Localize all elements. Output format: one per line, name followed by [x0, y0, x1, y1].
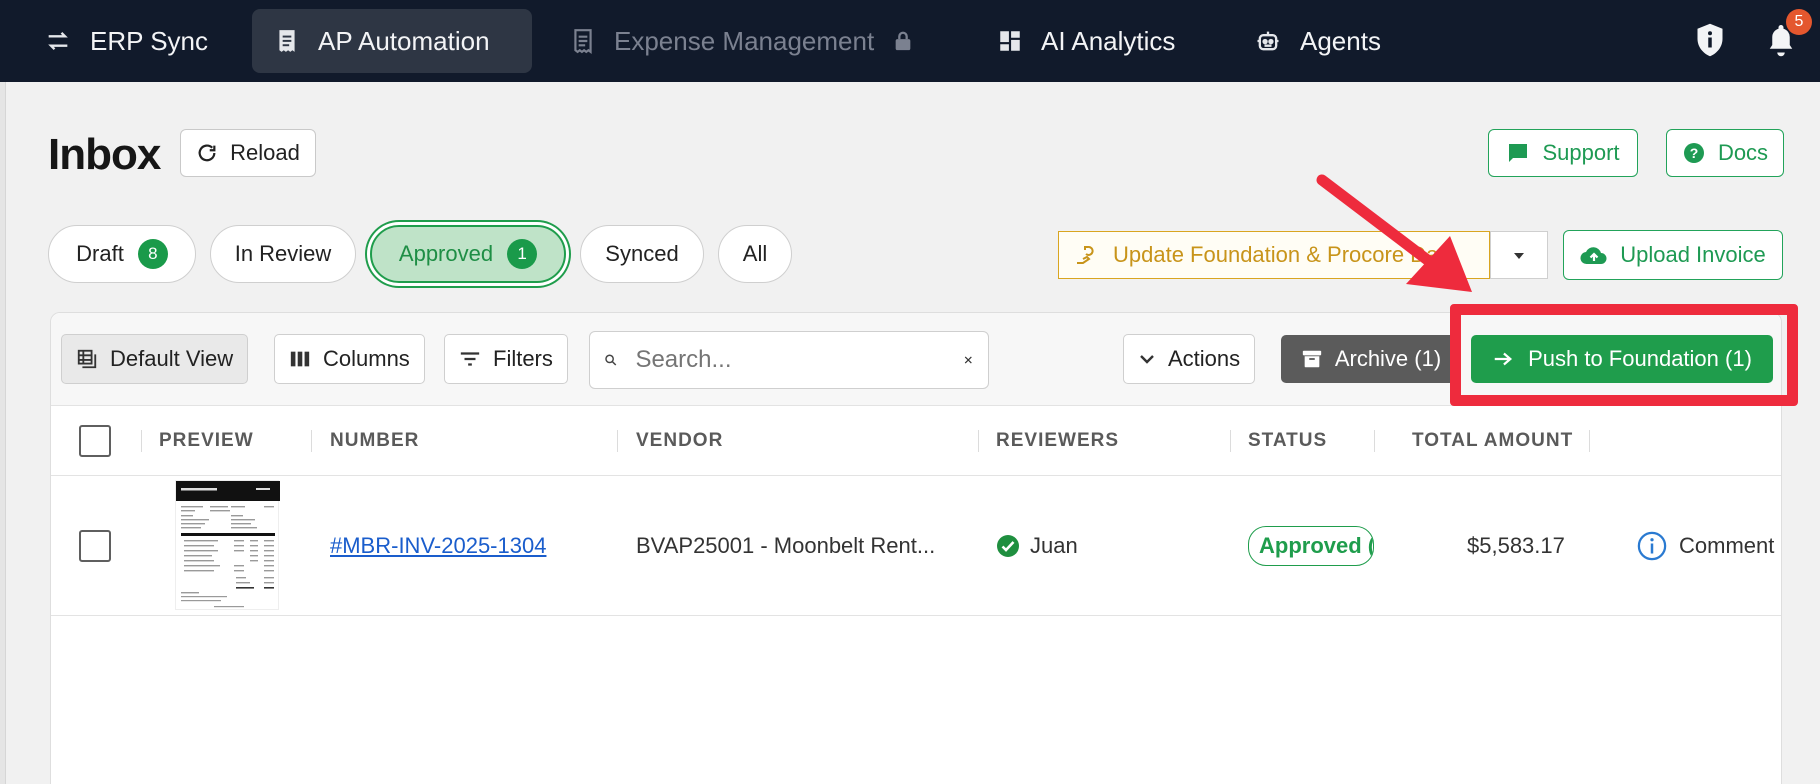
- annotation-highlight-box: [1450, 304, 1798, 406]
